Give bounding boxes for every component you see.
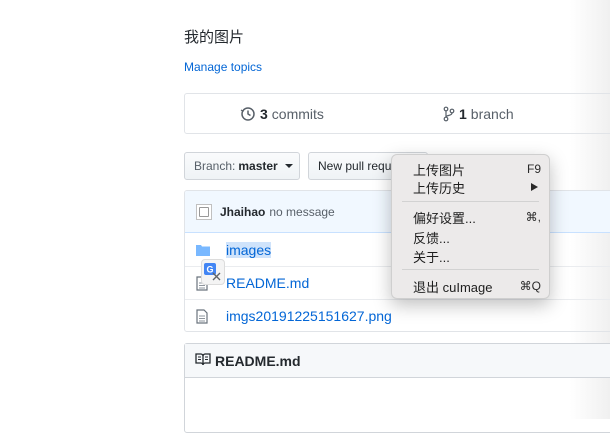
readme-header: README.md [185, 344, 610, 378]
menu-item-shortcut: F9 [526, 162, 541, 176]
menu-separator [402, 269, 539, 270]
file-link-readme[interactable]: README.md [226, 275, 309, 291]
branch-value: master [238, 159, 278, 173]
commits-link[interactable]: 3 commits [240, 106, 324, 122]
menu-item-feedback[interactable]: 反馈... [413, 228, 541, 246]
menu-item-label: 关于... [413, 249, 450, 265]
menu-item-label: 上传图片 [413, 162, 466, 178]
commits-count: 3 [260, 106, 268, 122]
menu-item-label: 上传历史 [413, 180, 466, 196]
dropdown-caret-icon [284, 164, 293, 168]
repo-stats-bar: 3 commits 1 branch [184, 93, 610, 134]
avatar[interactable] [196, 203, 212, 220]
menu-item-label: 反馈... [413, 230, 450, 246]
context-menu: 上传图片 F9 上传历史 偏好设置... ⌘, 反馈... 关于... 退出 c… [391, 154, 550, 299]
menu-item-about[interactable]: 关于... [413, 247, 541, 265]
menu-item-label: 退出 cuImage [413, 279, 493, 295]
file-row: imgs20191225151627.png [185, 299, 610, 331]
book-icon [195, 352, 211, 369]
commit-author[interactable]: Jhaihao [220, 205, 265, 219]
repo-description: 我的图片 [184, 29, 245, 46]
svg-text:G: G [206, 265, 213, 275]
branch-select-button[interactable]: Branch: master [184, 152, 300, 180]
readme-title: README.md [215, 352, 301, 369]
file-link-images[interactable]: images [226, 241, 272, 258]
menu-item-upload-history[interactable]: 上传历史 [413, 178, 541, 196]
menu-item-shortcut: ⌘, [525, 210, 541, 224]
commit-message: no message [269, 204, 335, 219]
branch-label: Branch: [194, 159, 236, 173]
branch-icon [443, 106, 455, 122]
menu-item-quit[interactable]: 退出 cuImage ⌘Q [413, 277, 541, 295]
translate-icon[interactable]: G [201, 259, 225, 285]
menu-item-shortcut: ⌘Q [519, 279, 541, 293]
file-icon [196, 308, 212, 324]
menu-item-label: 偏好设置... [413, 210, 476, 226]
branches-link[interactable]: 1 branch [443, 106, 514, 122]
submenu-arrow-icon [531, 183, 538, 191]
branches-count: 1 [459, 106, 467, 122]
manage-topics-link[interactable]: Manage topics [184, 60, 262, 74]
commits-label: commits [271, 106, 324, 122]
folder-icon [196, 244, 212, 256]
menu-separator [402, 201, 539, 202]
history-icon [240, 106, 256, 122]
file-link-png[interactable]: imgs20191225151627.png [226, 308, 392, 324]
menu-item-upload-image[interactable]: 上传图片 F9 [413, 160, 541, 178]
menu-item-preferences[interactable]: 偏好设置... ⌘, [413, 208, 541, 226]
branches-label: branch [470, 106, 514, 122]
readme-panel: README.md [184, 343, 610, 433]
